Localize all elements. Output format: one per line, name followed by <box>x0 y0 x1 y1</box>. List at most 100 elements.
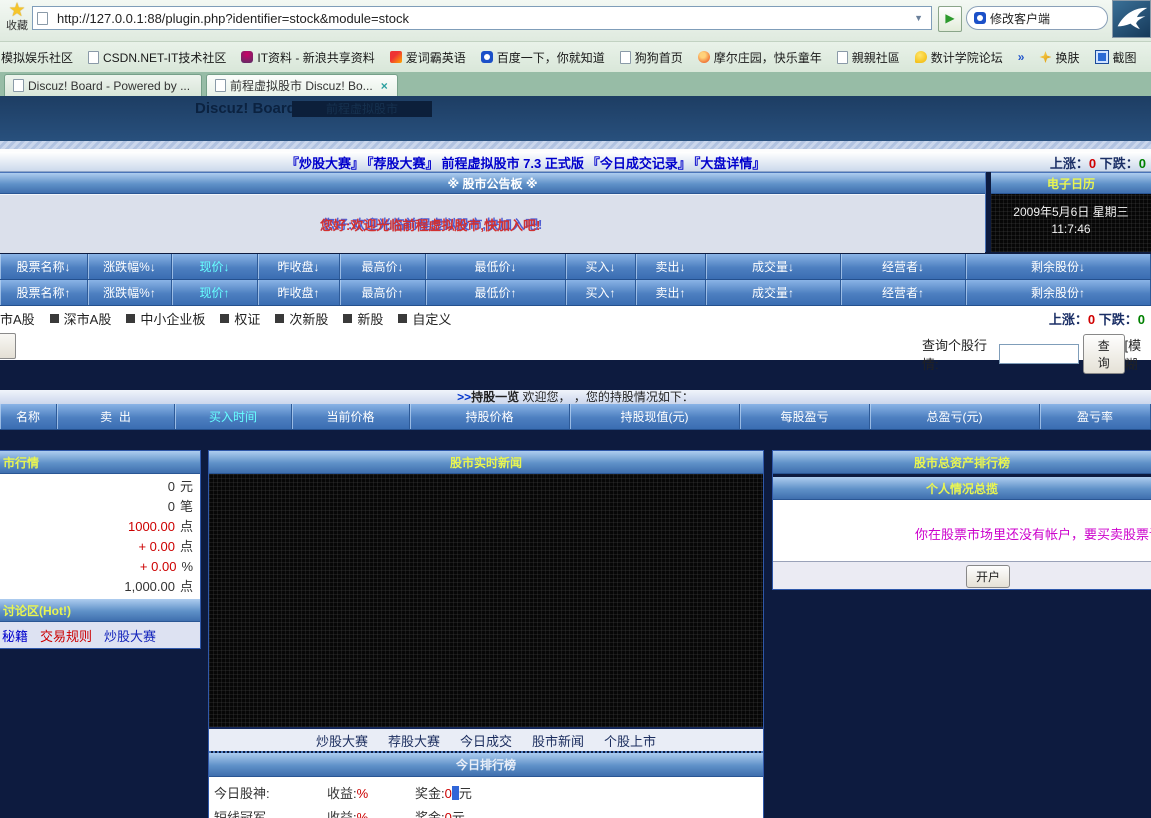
quote-sort-desc-col-10[interactable]: 剩余股份↓ <box>966 254 1151 279</box>
quote-sort-asc-col-0[interactable]: 股票名称↑ <box>0 280 88 305</box>
holdings-header-col-4[interactable]: 持股价格 <box>410 404 570 429</box>
holdings-header-col-2[interactable]: 买入时间 <box>175 404 292 429</box>
quote-sort-desc-col-0[interactable]: 股票名称↓ <box>0 254 88 279</box>
personal-summary-header: 个人情况总揽 <box>773 477 1151 500</box>
quote-sort-desc-col-8[interactable]: 成交量↓ <box>706 254 841 279</box>
nav-link[interactable]: 『大盘详情』 <box>694 156 766 171</box>
quote-sort-asc-col-9[interactable]: 经营者↑ <box>841 280 966 305</box>
bookmark-item[interactable]: CSDN.NET-IT技术社区 <box>88 49 226 66</box>
nav-link[interactable]: 前程虚拟股市 7.3 正式版 <box>442 156 584 171</box>
market-tab[interactable]: 深市A股 <box>50 309 112 328</box>
market-tab[interactable]: 市A股 <box>0 309 35 328</box>
square-bullet-icon <box>220 314 229 323</box>
address-dropdown-icon[interactable]: ▼ <box>910 13 927 23</box>
bookmark-item[interactable]: 狗狗首页 <box>620 49 683 66</box>
holdings-header-col-0[interactable]: 名称 <box>0 404 57 429</box>
bookmark-item[interactable]: 親親社區 <box>837 49 900 66</box>
market-tab[interactable]: 自定义 <box>398 309 451 328</box>
bookmark-item[interactable]: 换肤 <box>1039 49 1079 66</box>
holdings-header-col-7[interactable]: 总盈亏(元) <box>870 404 1040 429</box>
up-label: 上涨： <box>1050 156 1089 171</box>
tab-close-icon[interactable]: × <box>381 79 388 93</box>
open-account-button[interactable]: 开户 <box>966 565 1010 588</box>
quote-sort-asc-col-2[interactable]: 现价↑ <box>172 280 258 305</box>
quote-sort-asc-col-6[interactable]: 买入↑ <box>566 280 636 305</box>
news-link[interactable]: 股市新闻 <box>532 731 584 750</box>
page-content: Discuz! Board 前程虚拟股市 『炒股大赛』『荐股大赛』前程虚拟股市 … <box>0 96 1151 818</box>
bookmark-item[interactable]: 模拟娱乐社区 <box>1 49 73 66</box>
quote-sort-asc-col-8[interactable]: 成交量↑ <box>706 280 841 305</box>
bookmark-item[interactable]: 截图 <box>1095 49 1137 66</box>
quote-header-row-desc: 股票名称↓涨跌幅%↓现价↓昨收盘↓最高价↓最低价↓买入↓卖出↓成交量↓经营者↓剩… <box>0 254 1151 280</box>
market-tab[interactable]: 中小企业板 <box>126 309 205 328</box>
profit-value: % <box>357 810 369 818</box>
holdings-header-col-1[interactable]: 卖 出 <box>57 404 175 429</box>
prize-label: 奖金: <box>415 810 445 818</box>
square-bullet-icon <box>50 314 59 323</box>
address-bar[interactable]: http://127.0.0.1:88/plugin.php?identifie… <box>32 6 932 30</box>
bar-market-stats: 上涨：0 下跌：0 <box>1049 309 1145 328</box>
quote-sort-asc-col-1[interactable]: 涨跌幅%↑ <box>88 280 172 305</box>
discussion-link[interactable]: 秘籍 <box>2 626 28 645</box>
quote-sort-asc-col-3[interactable]: 昨收盘↑ <box>258 280 340 305</box>
browser-logo[interactable] <box>1112 0 1151 38</box>
holdings-header-row: 名称卖 出买入时间当前价格持股价格持股现值(元)每股盈亏总盈亏(元)盈亏率 <box>0 404 1151 430</box>
holdings-header-col-5[interactable]: 持股现值(元) <box>570 404 740 429</box>
quote-sort-desc-col-5[interactable]: 最低价↓ <box>426 254 566 279</box>
search-box[interactable]: 修改客户端 <box>966 6 1108 30</box>
quote-sort-desc-col-1[interactable]: 涨跌幅%↓ <box>88 254 172 279</box>
bookmark-item[interactable]: 数计学院论坛 <box>915 49 1003 66</box>
quote-sort-desc-col-6[interactable]: 买入↓ <box>566 254 636 279</box>
clipped-button[interactable] <box>0 333 16 359</box>
query-label: 查询个股行情: <box>922 335 995 373</box>
nav-link[interactable]: 『荐股大赛』 <box>367 156 439 171</box>
bookmark-item[interactable]: 摩尔庄园，快乐童年 <box>698 49 822 66</box>
stat-unit: % <box>181 559 193 574</box>
go-arrow-icon: ▶ <box>945 11 954 25</box>
discussion-link[interactable]: 炒股大赛 <box>104 626 156 645</box>
news-link[interactable]: 今日成交 <box>460 731 512 750</box>
favorites-star-icon[interactable]: ★ <box>2 1 32 21</box>
stock-nav-row: 『炒股大赛』『荐股大赛』前程虚拟股市 7.3 正式版『今日成交记录』『大盘详情』… <box>0 152 1151 172</box>
bookmark-item[interactable]: 百度一下，你就知道 <box>481 49 605 66</box>
go-button[interactable]: ▶ <box>938 6 962 32</box>
news-link[interactable]: 荐股大赛 <box>388 731 440 750</box>
nav-market-stats: 上涨：0 下跌：0 <box>1050 153 1146 172</box>
quote-sort-asc-col-7[interactable]: 卖出↑ <box>636 280 706 305</box>
market-stat-row: 0元 <box>0 477 200 497</box>
browser-tab-0[interactable]: Discuz! Board - Powered by ... <box>4 74 202 96</box>
quote-sort-desc-col-7[interactable]: 卖出↓ <box>636 254 706 279</box>
discussion-link[interactable]: 交易规则 <box>40 626 92 645</box>
market-tab-label: 自定义 <box>412 309 451 328</box>
bookmark-item[interactable]: 爱词霸英语 <box>390 49 466 66</box>
market-tab[interactable]: 新股 <box>343 309 383 328</box>
holdings-header-col-8[interactable]: 盈亏率 <box>1040 404 1151 429</box>
market-tab[interactable]: 权证 <box>220 309 260 328</box>
quote-sort-desc-col-3[interactable]: 昨收盘↓ <box>258 254 340 279</box>
discussion-links: 秘籍交易规则炒股大赛 <box>0 622 200 648</box>
news-link[interactable]: 炒股大赛 <box>316 731 368 750</box>
quote-sort-desc-col-9[interactable]: 经营者↓ <box>841 254 966 279</box>
quote-sort-desc-col-4[interactable]: 最高价↓ <box>340 254 426 279</box>
market-tab[interactable]: 次新股 <box>275 309 328 328</box>
page-icon <box>620 51 631 64</box>
news-panel: 股市实时新闻 炒股大赛荐股大赛今日成交股市新闻个股上市 今日排行榜 今日股神:收… <box>208 450 764 818</box>
market-tab-label: 深市A股 <box>64 309 112 328</box>
news-link[interactable]: 个股上市 <box>604 731 656 750</box>
bookmark-item[interactable]: » <box>1018 50 1025 64</box>
bookmark-item[interactable]: IT资料 - 新浪共享资料 <box>241 49 374 66</box>
quote-sort-asc-col-4[interactable]: 最高价↑ <box>340 280 426 305</box>
quote-sort-desc-col-2[interactable]: 现价↓ <box>172 254 258 279</box>
holdings-header-col-3[interactable]: 当前价格 <box>292 404 410 429</box>
browser-tab-1[interactable]: 前程虚拟股市 Discuz! Bo...× <box>206 74 398 96</box>
query-button[interactable]: 查询 <box>1083 334 1124 374</box>
quote-sort-asc-col-5[interactable]: 最低价↑ <box>426 280 566 305</box>
market-summary-header: 市行情 <box>0 451 200 474</box>
quote-sort-asc-col-10[interactable]: 剩余股份↑ <box>966 280 1151 305</box>
nav-link[interactable]: 『今日成交记录』 <box>587 156 691 171</box>
query-input[interactable] <box>999 344 1079 364</box>
forum-banner: Discuz! Board 前程虚拟股市 <box>0 96 1151 141</box>
holdings-header-col-6[interactable]: 每股盈亏 <box>740 404 870 429</box>
ranking-label: 短线冠军 <box>209 807 327 818</box>
nav-link[interactable]: 『炒股大赛』 <box>286 156 364 171</box>
